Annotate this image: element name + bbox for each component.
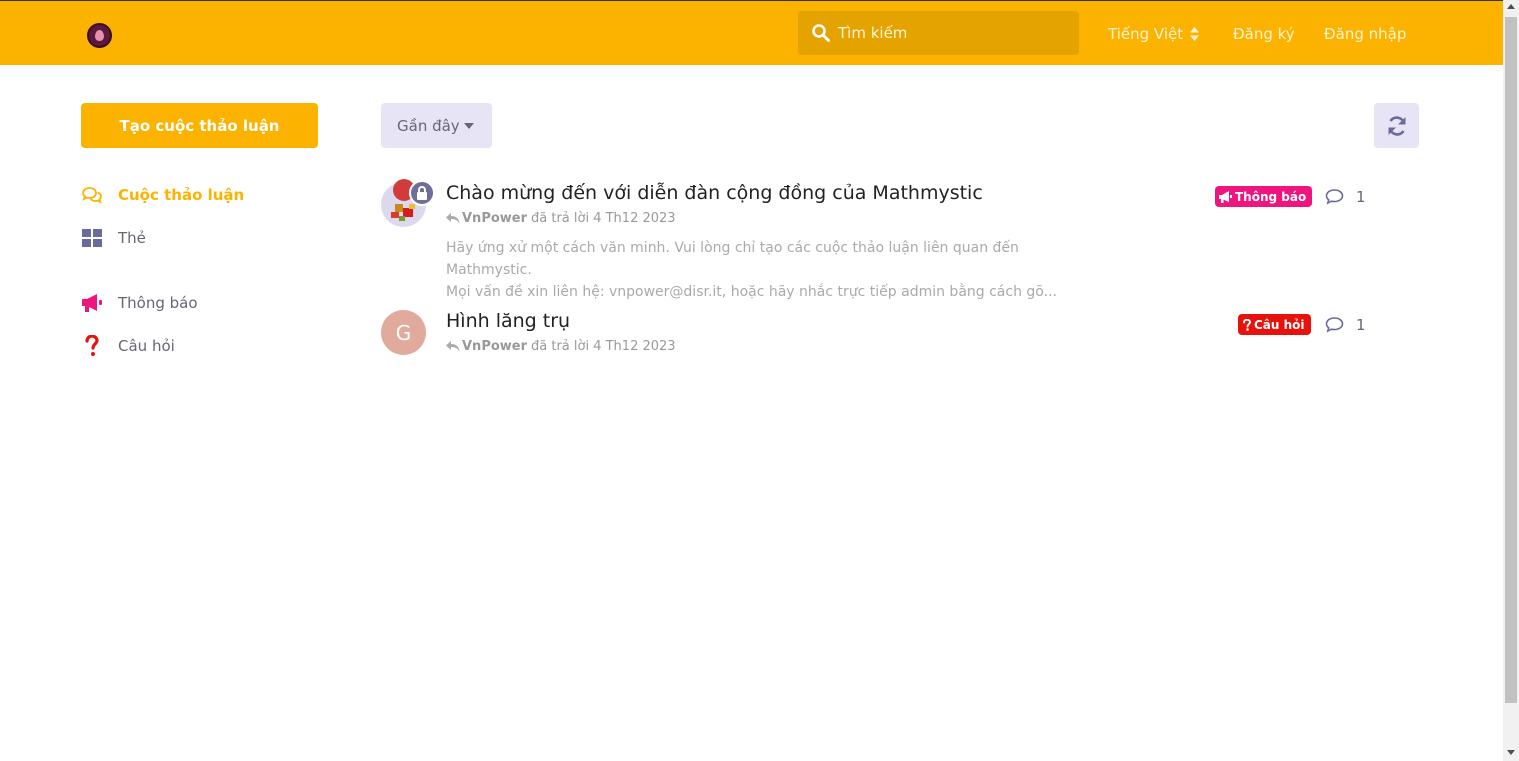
- comments-icon: [81, 184, 103, 206]
- reply-count-value: 1: [1356, 188, 1366, 206]
- tag-label: Thông báo: [1235, 189, 1307, 204]
- question-icon: [81, 335, 103, 357]
- megaphone-icon: [81, 292, 103, 314]
- reply-count[interactable]: 1: [1325, 314, 1366, 336]
- reply-time: đã trả lời 4 Th12 2023: [531, 339, 676, 354]
- sidebar-item-discussions[interactable]: Cuộc thảo luận: [81, 183, 244, 207]
- site-logo[interactable]: [87, 23, 112, 48]
- tags-grid-icon: [81, 227, 103, 249]
- excerpt-line: Mọi vấn đề xin liên hệ: vnpower@disr.it,…: [446, 284, 1057, 300]
- scroll-up-arrow-icon[interactable]: [1507, 4, 1515, 9]
- discussion-meta: VnPower đã trả lời 4 Th12 2023: [446, 211, 676, 226]
- refresh-icon: [1388, 115, 1405, 136]
- megaphone-icon: [1219, 190, 1233, 203]
- reply-count-value: 1: [1356, 316, 1366, 334]
- tag-question[interactable]: Câu hỏi: [1238, 314, 1311, 335]
- tag-announcement[interactable]: Thông báo: [1215, 186, 1313, 207]
- search-box[interactable]: [798, 11, 1079, 55]
- reply-icon: [446, 213, 460, 224]
- excerpt-line: Hãy ứng xử một cách văn minh. Vui lòng c…: [446, 240, 1019, 278]
- sort-caret-icon: [1190, 27, 1199, 41]
- reply-author[interactable]: VnPower: [462, 339, 527, 354]
- lock-icon: [409, 180, 435, 206]
- sidebar-item-questions[interactable]: Câu hỏi: [81, 334, 175, 358]
- discussion-list-item[interactable]: G Hình lăng trụ VnPower đã trả lời 4 Th1…: [381, 310, 1371, 360]
- page-scrollbar[interactable]: [1503, 0, 1519, 761]
- new-discussion-button[interactable]: Tạo cuộc thảo luận: [81, 103, 318, 148]
- reply-author[interactable]: VnPower: [462, 211, 527, 226]
- discussion-title[interactable]: Hình lăng trụ: [446, 310, 570, 332]
- login-link[interactable]: Đăng nhập: [1324, 25, 1406, 43]
- logo-drop-icon: [95, 30, 104, 41]
- reply-time: đã trả lời 4 Th12 2023: [531, 211, 676, 226]
- sidebar-item-label: Cuộc thảo luận: [118, 186, 245, 204]
- avatar[interactable]: G: [381, 310, 426, 355]
- chevron-down-icon: [464, 123, 474, 129]
- comment-icon: [1325, 317, 1344, 333]
- language-selector[interactable]: Tiếng Việt: [1108, 25, 1183, 43]
- search-icon: [812, 24, 830, 42]
- discussion-excerpt: Hãy ứng xử một cách văn minh. Vui lòng c…: [446, 237, 1086, 303]
- search-input[interactable]: [838, 21, 1068, 45]
- header-bar: Tiếng Việt Đăng ký Đăng nhập: [0, 1, 1503, 65]
- discussion-list-item[interactable]: Chào mừng đến với diễn đàn cộng đồng của…: [381, 179, 1371, 300]
- sidebar-item-label: Thẻ: [118, 229, 146, 247]
- scroll-thumb[interactable]: [1505, 17, 1517, 703]
- tag-label: Câu hỏi: [1254, 317, 1305, 332]
- sidebar-item-label: Thông báo: [118, 294, 198, 312]
- sort-dropdown[interactable]: Gần đây: [381, 103, 492, 148]
- reply-count[interactable]: 1: [1325, 186, 1366, 208]
- refresh-button[interactable]: [1374, 103, 1419, 148]
- scroll-down-arrow-icon[interactable]: [1507, 750, 1515, 755]
- discussion-meta: VnPower đã trả lời 4 Th12 2023: [446, 339, 676, 354]
- reply-icon: [446, 341, 460, 352]
- signup-link[interactable]: Đăng ký: [1233, 25, 1295, 43]
- comment-icon: [1325, 189, 1344, 205]
- sidebar-item-label: Câu hỏi: [118, 337, 175, 355]
- sort-label: Gần đây: [397, 116, 460, 135]
- question-icon: [1242, 318, 1252, 331]
- sidebar-item-announcements[interactable]: Thông báo: [81, 291, 198, 315]
- sidebar-item-tags[interactable]: Thẻ: [81, 226, 146, 250]
- discussion-title[interactable]: Chào mừng đến với diễn đàn cộng đồng của…: [446, 182, 983, 204]
